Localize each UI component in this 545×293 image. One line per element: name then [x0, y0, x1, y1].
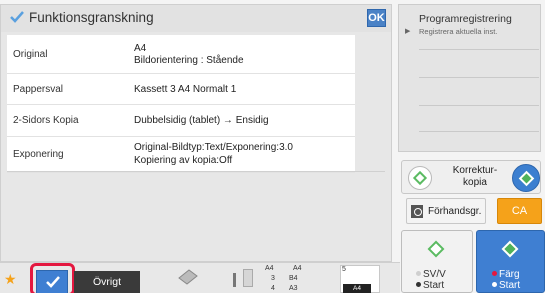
dot-icon — [416, 271, 421, 276]
settings-row-duplex[interactable]: 2-Sidors Kopia Dubbelsidig (tablet) → En… — [7, 105, 355, 137]
tray-icon — [243, 269, 253, 287]
row-label: Original — [13, 49, 48, 60]
bar-icon — [233, 273, 236, 287]
divider — [419, 131, 539, 132]
function-review-panel: Funktionsgranskning OK Original A4 Bildo… — [0, 4, 392, 262]
checkmark-icon — [10, 11, 24, 23]
proof-copy-label-line: Korrektur- — [452, 165, 498, 176]
paper-count: 5 — [342, 266, 346, 273]
settings-row-original[interactable]: Original A4 Bildorientering : Stående — [7, 35, 355, 74]
color-start-text: Start — [499, 280, 521, 291]
row-label: 2-Sidors Kopia — [13, 115, 79, 126]
bw-start-text: SV/V — [423, 269, 446, 280]
proof-copy-label-line: kopia — [463, 177, 487, 188]
color-start-label: Färg Start — [492, 269, 520, 291]
tray-label: A4 — [293, 265, 302, 272]
divider — [7, 171, 385, 172]
clear-all-button[interactable]: CA — [497, 198, 542, 224]
program-title: Programregistrering — [419, 13, 512, 25]
settings-list: Original A4 Bildorientering : Stående Pa… — [7, 35, 355, 173]
tray-label: 3 — [271, 275, 275, 282]
tray-label: B4 — [289, 275, 298, 282]
review-header: Funktionsgranskning OK — [1, 5, 391, 32]
ok-button[interactable]: OK — [367, 9, 386, 27]
start-diamond-icon — [427, 240, 445, 258]
preview-label: Förhandsgr. — [428, 206, 482, 217]
row-label: Pappersval — [13, 84, 64, 95]
row-value-line: Kopiering av kopia:Off — [134, 155, 233, 166]
preview-icon — [411, 205, 423, 218]
star-icon[interactable]: ★ — [4, 272, 17, 286]
row-value-line: A4 — [134, 43, 147, 54]
bw-start-label-line: Start — [416, 280, 446, 291]
tray-label: 4 — [271, 285, 275, 292]
highlight-frame — [30, 263, 75, 293]
bw-start-text: Start — [423, 280, 445, 291]
other-button[interactable]: Övrigt — [74, 271, 140, 293]
row-value: A4 Bildorientering : Stående — [134, 43, 244, 67]
bw-start-label: SV/V Start — [416, 269, 446, 291]
copier-screen: Funktionsgranskning OK Original A4 Bildo… — [0, 0, 545, 293]
proof-copy-start-icon — [512, 164, 540, 192]
row-value: Kassett 3 A4 Normalt 1 — [134, 84, 237, 95]
proof-copy-label: Korrektur- kopia — [446, 165, 504, 189]
play-icon: ▶ — [405, 28, 411, 35]
program-registration-box[interactable]: ▶ Programregistrering Registrera aktuell… — [398, 4, 541, 152]
row-value: Original-Bildtyp:Text/Exponering:3.0 Kop… — [134, 141, 293, 167]
row-value-line: Bildorientering : Stående — [134, 55, 244, 66]
color-start-text: Färg — [499, 269, 520, 280]
tray-status: A4 A4 3 B4 4 A3 — [263, 265, 325, 293]
color-start-label-line: Start — [492, 280, 520, 291]
row-label: Exponering — [13, 149, 64, 160]
bw-start-label-line: SV/V — [416, 269, 446, 280]
tray-label: A3 — [289, 285, 298, 292]
row-value-line: Original-Bildtyp:Text/Exponering:3.0 — [134, 142, 293, 153]
program-subtitle: Registrera aktuella inst. — [419, 27, 498, 36]
divider — [419, 105, 539, 106]
dot-icon — [492, 282, 497, 287]
proof-copy-left-icon — [408, 166, 432, 190]
proof-copy-button[interactable]: Korrektur- kopia — [401, 160, 541, 194]
bw-start-button[interactable]: SV/V Start — [401, 230, 473, 293]
divider — [419, 49, 539, 50]
dot-icon — [492, 271, 497, 276]
color-start-label-line: Färg — [492, 269, 520, 280]
start-diamond-icon — [501, 240, 519, 258]
tray-label: A4 — [265, 265, 274, 272]
dot-icon — [416, 282, 421, 287]
row-value: Dubbelsidig (tablet) → Ensidig — [134, 115, 269, 126]
bottom-bar: ★ Övrigt A4 A4 3 B4 4 A3 5 A4 — [0, 262, 400, 293]
settings-row-exposure[interactable]: Exponering Original-Bildtyp:Text/Exponer… — [7, 137, 355, 173]
divider — [419, 77, 539, 78]
paper-size-badge: A4 — [343, 284, 371, 293]
copy-icon — [178, 269, 198, 285]
preview-button[interactable]: Förhandsgr. — [406, 198, 486, 224]
settings-row-paper[interactable]: Pappersval Kassett 3 A4 Normalt 1 — [7, 74, 355, 105]
color-start-button[interactable]: Färg Start — [476, 230, 545, 293]
review-title: Funktionsgranskning — [29, 10, 154, 25]
